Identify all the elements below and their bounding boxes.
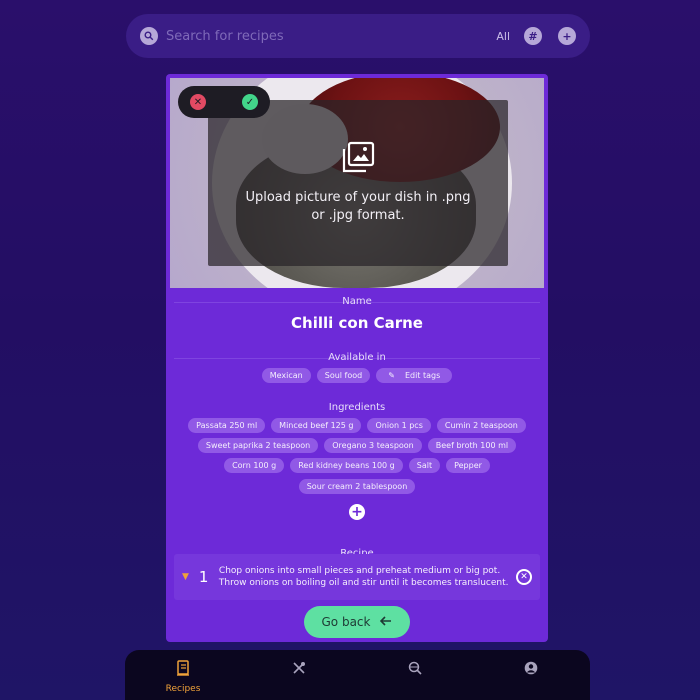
nav-profile[interactable] <box>501 660 561 679</box>
recipe-edit-card: Upload picture of your dish in .png or .… <box>166 74 548 642</box>
plus-icon: + <box>351 504 363 520</box>
add-recipe-button[interactable]: + <box>558 27 576 45</box>
bottom-nav: Recipes <box>125 650 590 700</box>
ingredient-row: Corn 100 g Red kidney beans 100 g Salt P… <box>166 458 548 473</box>
nav-recipes[interactable]: Recipes <box>153 660 213 694</box>
globe-search-icon <box>408 660 422 679</box>
ingredient-chip[interactable]: Pepper <box>446 458 490 473</box>
ingredient-chip[interactable]: Sour cream 2 tablespoon <box>298 479 416 494</box>
ingredient-chip[interactable]: Sweet paprika 2 teaspoon <box>197 438 319 453</box>
upload-instructions: Upload picture of your dish in .png or .… <box>245 190 471 223</box>
recipe-step[interactable]: ▼ 1 Chop onions into small pieces and pr… <box>174 554 540 600</box>
ingredient-chip[interactable]: Minced beef 125 g <box>271 418 362 433</box>
ingredient-chip[interactable]: Red kidney beans 100 g <box>290 458 403 473</box>
ingredient-chip[interactable]: Onion 1 pcs <box>367 418 431 433</box>
search-input[interactable] <box>166 28 497 44</box>
name-label: Name <box>342 296 372 307</box>
dish-image[interactable]: Upload picture of your dish in .png or .… <box>170 78 544 288</box>
arrow-left-icon <box>380 615 392 629</box>
drag-handle-icon[interactable]: ▼ <box>182 572 189 582</box>
filter-all-label[interactable]: All <box>496 30 510 43</box>
available-in-label: Available in <box>328 352 386 363</box>
ingredient-row: Sour cream 2 tablespoon <box>166 479 548 494</box>
close-icon[interactable]: ✕ <box>190 94 206 110</box>
search-icon[interactable] <box>140 27 158 45</box>
ingredient-chip[interactable]: Beef broth 100 ml <box>427 438 517 453</box>
search-bar: All # + <box>126 14 590 58</box>
recipe-name[interactable]: Chilli con Carne <box>166 314 548 332</box>
utensils-icon <box>292 660 306 679</box>
remove-step-icon[interactable]: ✕ <box>516 569 532 585</box>
image-toggle: ✕ ✓ <box>178 86 270 118</box>
image-gallery-icon <box>340 141 376 179</box>
nav-explore[interactable] <box>385 660 445 679</box>
go-back-button[interactable]: Go back <box>304 606 410 638</box>
book-icon <box>176 660 190 680</box>
edit-tags-button[interactable]: ✎ Edit tags <box>376 368 453 383</box>
hashtag-filter-button[interactable]: # <box>524 27 542 45</box>
upload-overlay[interactable]: Upload picture of your dish in .png or .… <box>208 100 508 266</box>
tag-chip[interactable]: Soul food <box>316 368 371 383</box>
add-ingredient-button[interactable]: + <box>349 504 365 520</box>
pencil-icon: ✎ <box>388 371 395 380</box>
ingredients-label: Ingredients <box>328 402 386 413</box>
step-number: 1 <box>198 568 209 586</box>
nav-utensils[interactable] <box>269 660 329 679</box>
ingredient-chip[interactable]: Oregano 3 teaspoon <box>324 438 422 453</box>
edit-tags-label: Edit tags <box>404 371 441 380</box>
tag-chip[interactable]: Mexican <box>261 368 311 383</box>
go-back-label: Go back <box>321 615 371 629</box>
user-icon <box>524 660 538 679</box>
ingredient-chip[interactable]: Corn 100 g <box>224 458 285 473</box>
ingredient-row: Passata 250 ml Minced beef 125 g Onion 1… <box>166 418 548 433</box>
ingredient-chip[interactable]: Salt <box>408 458 441 473</box>
check-icon[interactable]: ✓ <box>242 94 258 110</box>
ingredient-row: Sweet paprika 2 teaspoon Oregano 3 teasp… <box>166 438 548 453</box>
ingredient-chip[interactable]: Passata 250 ml <box>188 418 266 433</box>
step-text[interactable]: Chop onions into small pieces and prehea… <box>219 565 509 589</box>
nav-recipes-label: Recipes <box>165 684 201 694</box>
ingredient-chip[interactable]: Cumin 2 teaspoon <box>436 418 526 433</box>
tag-row: Mexican Soul food ✎ Edit tags <box>166 368 548 383</box>
